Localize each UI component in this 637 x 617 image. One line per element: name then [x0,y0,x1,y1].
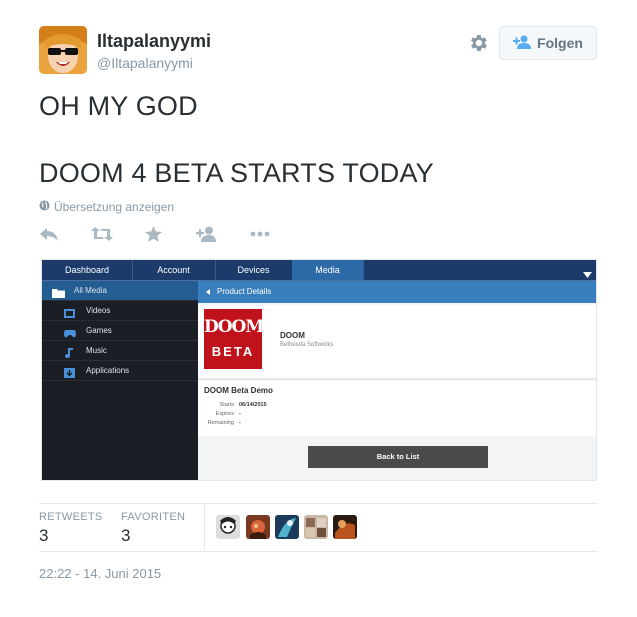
follow-button[interactable]: Folgen [499,26,597,60]
sidebar-label: All Media [74,286,107,295]
sidebar-item-music: Music [42,341,198,361]
globe-icon [39,200,50,214]
sidebar-label: Videos [86,306,111,315]
favorites-count[interactable]: 3 [121,526,130,546]
expires-value: - [239,411,241,417]
add-user-icon [513,35,532,52]
favoriter-avatar[interactable] [275,515,299,539]
favoriter-avatar[interactable] [333,515,357,539]
tweet-text-line-2: DOOM 4 BETA STARTS TODAY [39,158,434,188]
gear-icon[interactable] [467,32,489,54]
game-publisher: Bethesda Softworks [280,342,334,348]
user-name[interactable]: Iltapalanyymi [97,31,211,52]
gamepad-icon [64,326,76,338]
folder-icon [52,286,65,298]
follow-user-icon[interactable] [196,226,216,247]
media-topnav: Dashboard Account Devices Media [42,260,596,281]
favorites-label[interactable]: FAVORITEN [121,511,185,523]
sidebar-item-all-media: All Media [42,281,198,301]
divider-vertical [204,504,205,550]
retweets-label[interactable]: RETWEETS [39,511,103,523]
follow-label: Folgen [537,35,583,51]
nav-devices: Devices [215,260,293,280]
divider [39,551,598,552]
sidebar-label: Music [86,346,107,355]
sidebar-label: Applications [86,366,130,375]
retweets-count[interactable]: 3 [39,526,48,546]
back-to-list-button: Back to List [308,446,488,468]
breadcrumb: Product Details [198,281,596,303]
sidebar-label: Games [86,326,112,335]
sidebar-item-games: Games [42,321,198,341]
translate-link[interactable]: Übersetzung anzeigen [39,200,174,214]
nav-account: Account [132,260,216,280]
media-content: Product Details DOOM BETA DOOM Bethesda … [198,281,596,480]
divider [39,503,598,504]
tweet-timestamp[interactable]: 22:22 - 14. Juni 2015 [39,566,161,581]
favoriter-avatar[interactable] [304,515,328,539]
music-note-icon [64,346,75,358]
remaining-label: Remaining [207,420,234,426]
film-icon [64,306,75,318]
avatar[interactable] [39,26,87,74]
remaining-value: - [239,420,241,426]
product-card: DOOM BETA DOOM Bethesda Softworks [198,305,596,377]
more-icon[interactable] [250,226,270,247]
expires-label: Expires [215,411,234,417]
nav-media: Media [292,260,364,280]
tweet-text-line-1: OH MY GOD [39,91,198,121]
demo-details: DOOM Beta Demo Starts 06/14/2015 Expires… [198,379,596,436]
reply-icon[interactable] [39,226,59,247]
media-sidebar: All Media Videos Games Music Application… [42,281,198,480]
favoriter-avatar[interactable] [216,515,240,539]
demo-title: DOOM Beta Demo [204,386,273,395]
favoriter-avatar[interactable] [246,515,270,539]
sidebar-item-videos: Videos [42,301,198,321]
tweet-media-image[interactable]: Dashboard Account Devices Media All Medi… [41,259,597,481]
doom-logo: DOOM BETA [204,309,264,369]
sidebar-item-applications: Applications [42,361,198,381]
star-icon[interactable] [145,226,162,247]
breadcrumb-label: Product Details [217,287,272,296]
starts-value: 06/14/2015 [239,402,267,408]
game-title: DOOM [280,331,305,340]
starts-label: Starts [219,402,234,408]
download-icon [64,366,75,378]
translate-label: Übersetzung anzeigen [54,200,175,214]
user-handle[interactable]: @Iltapalanyymi [97,55,193,71]
nav-dashboard: Dashboard [42,260,133,280]
retweet-icon[interactable] [91,226,113,247]
